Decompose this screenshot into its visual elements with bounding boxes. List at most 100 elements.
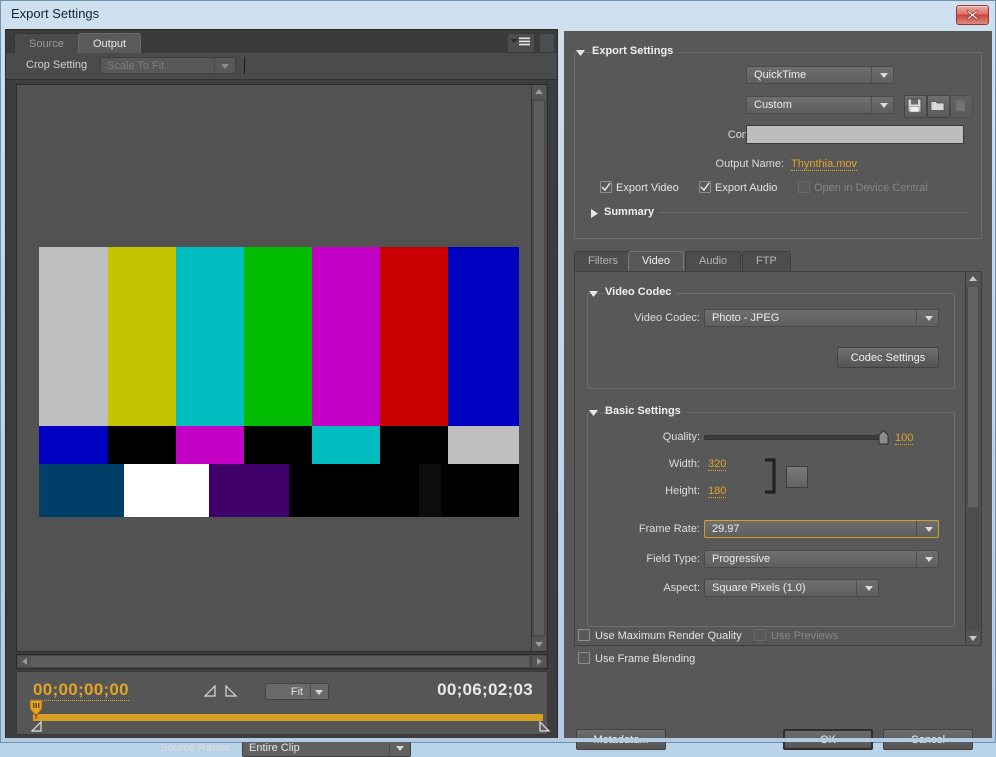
colorbar-bot-5 [419,464,441,517]
colorbar-bot-1 [39,464,124,517]
triangle-up-icon [969,276,977,281]
transport-controls: 00;00;00;00 00;06;02;03 Fit Source Range… [16,671,551,757]
set-out-point-button[interactable] [224,684,238,700]
aspect-ratio-link-toggle[interactable] [786,466,808,488]
tab-output[interactable]: Output [78,33,142,53]
colorbar-mid-1 [39,426,108,464]
aspect-ratio-bracket-icon [765,458,776,494]
source-range-label: Source Range: [160,742,234,754]
quality-slider-knob[interactable] [878,429,889,445]
preview-viewport[interactable] [16,84,548,652]
comments-input[interactable] [746,125,964,144]
colorbar-top-5 [312,247,380,426]
tab-audio[interactable]: Audio [685,251,742,271]
preview-vertical-scrollbar[interactable] [531,85,547,651]
basic-settings-group: Basic Settings Quality: 100 Width: 320 H… [587,405,955,627]
timeline-out-marker[interactable] [538,720,551,735]
aspect-select[interactable]: Square Pixels (1.0) [704,579,879,597]
hscrollbar-thumb[interactable] [31,656,529,667]
disclosure-triangle-down-icon[interactable] [589,409,598,417]
crop-setting-label: Crop Setting [26,59,88,71]
duration-timecode: 00;06;02;03 [437,680,533,699]
export-audio-label[interactable]: Export Audio [715,182,777,194]
colorbar-mid-3 [176,426,244,464]
format-select[interactable]: QuickTime [746,66,894,84]
frame-blending-label[interactable]: Use Frame Blending [595,653,695,665]
scroll-up-button[interactable] [532,85,546,99]
tab-ftp[interactable]: FTP [742,251,791,271]
triangle-left-icon [22,658,27,665]
video-codec-title: Video Codec [605,286,678,298]
width-label: Width: [668,458,700,470]
colorbar-mid-7 [448,426,519,464]
chevron-down-icon [925,527,933,532]
disclosure-triangle-down-icon[interactable] [589,290,598,298]
quality-slider-track[interactable] [704,435,884,440]
summary-disclosure-triangle-right-icon[interactable] [591,209,598,218]
video-settings-scroll-area: Video Codec Video Codec: Photo - JPEG Co… [574,271,982,646]
close-button[interactable] [956,5,989,25]
scroll-right-button[interactable] [533,656,546,667]
preset-select[interactable]: Custom [746,96,894,114]
open-device-central-checkbox [798,181,810,193]
tab-filters[interactable]: Filters [574,251,632,271]
set-in-point-button[interactable] [203,684,217,700]
video-codec-select[interactable]: Photo - JPEG [704,309,939,327]
save-preset-button[interactable] [904,95,927,118]
delete-preset-trash-icon [954,99,967,112]
chevron-down-icon [315,690,323,695]
tab-source[interactable]: Source [14,33,79,53]
field-type-value: Progressive [712,553,771,565]
max-render-quality-label[interactable]: Use Maximum Render Quality [595,630,742,642]
export-video-label[interactable]: Export Video [616,182,679,194]
use-previews-label: Use Previews [771,630,839,642]
scroll-left-button[interactable] [18,656,31,667]
settings-tab-strip: Filters Video Audio FTP [574,251,982,271]
chevron-down-icon [880,103,888,108]
preview-horizontal-scrollbar[interactable] [16,654,548,669]
timeline-in-marker[interactable] [30,720,43,735]
close-x-icon [966,9,979,21]
height-value[interactable]: 180 [708,485,727,498]
set-out-point-icon [225,684,238,697]
frame-rate-select[interactable]: 29.97 [704,520,939,538]
colorbar-mid-5 [312,426,380,464]
tab-video[interactable]: Video [628,251,684,271]
frame-blending-checkbox[interactable] [578,652,590,664]
frame-rate-value: 29.97 [712,523,740,535]
width-value[interactable]: 320 [708,458,727,471]
aspect-value: Square Pixels (1.0) [712,582,806,594]
output-name-label: Output Name: [715,158,784,170]
output-name-link[interactable]: Thynthia.mov [791,158,858,171]
scroll-down-button[interactable] [532,637,546,651]
max-render-quality-checkbox[interactable] [578,629,590,641]
settings-vertical-scrollbar[interactable] [965,272,981,645]
scrub-bar-track[interactable] [33,714,543,721]
scrollbar-thumb[interactable] [533,100,545,636]
colorbar-bot-6 [441,464,519,517]
panel-menu-secondary[interactable] [539,33,555,53]
settings-scrollbar-thumb[interactable] [967,286,979,508]
export-settings-title: Export Settings [592,45,680,57]
settings-scroll-down-button[interactable] [966,631,980,645]
quality-value[interactable]: 100 [895,432,914,445]
codec-settings-button[interactable]: Codec Settings [837,347,939,368]
colorbar-top-3 [176,247,244,426]
settings-scroll-up-button[interactable] [966,272,980,286]
import-preset-button[interactable] [927,95,950,118]
zoom-level-select[interactable]: Fit [265,683,329,700]
current-timecode[interactable]: 00;00;00;00 [33,680,129,701]
colorbar-bot-4 [289,464,419,517]
import-preset-folder-icon [930,101,945,111]
panel-menu-button[interactable] [507,33,535,53]
playhead-handle[interactable] [29,699,43,719]
crop-setting-row: Crop Setting Scale To Fit [6,53,557,80]
format-value: QuickTime [754,69,807,81]
disclosure-triangle-down-icon[interactable] [576,49,585,57]
field-type-select[interactable]: Progressive [704,550,939,568]
save-preset-icon [907,98,922,113]
summary-title[interactable]: Summary [604,206,661,218]
chevron-down-icon [396,746,404,751]
export-audio-checkbox[interactable] [699,181,711,193]
export-video-checkbox[interactable] [600,181,612,193]
